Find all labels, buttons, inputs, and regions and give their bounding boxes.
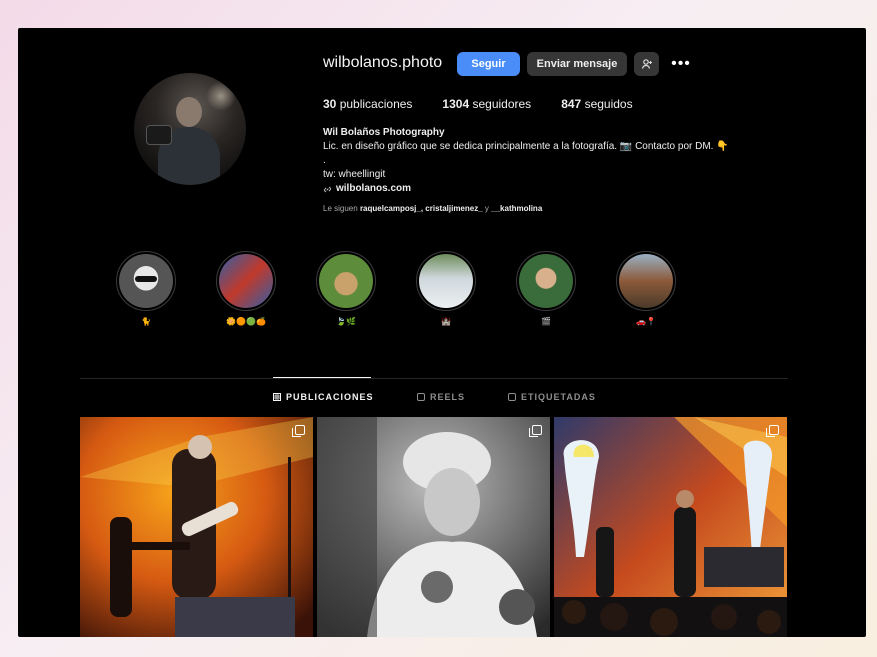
post-1[interactable] (80, 417, 313, 637)
carousel-icon (766, 425, 779, 437)
tabs-divider (80, 378, 788, 379)
carousel-icon (292, 425, 305, 437)
highlight-2[interactable]: 🌼🟠🟢🍊 (214, 251, 278, 327)
follow-button[interactable]: Seguir (457, 52, 520, 76)
active-tab-indicator (273, 377, 371, 378)
highlight-4[interactable]: 🏰 (414, 251, 478, 327)
highlight-3[interactable]: 🍃🌿 (314, 251, 378, 327)
suggested-users-button[interactable] (634, 52, 659, 76)
profile-username: wilbolanos.photo (323, 54, 443, 71)
bio-description: Lic. en diseño gráfico que se dedica pri… (323, 141, 729, 152)
bio-link[interactable]: wilbolanos.com (323, 182, 783, 196)
user-plus-icon (641, 59, 652, 69)
send-message-button[interactable]: Enviar mensaje (527, 52, 627, 76)
link-icon (324, 186, 331, 192)
profile-avatar[interactable] (134, 73, 246, 185)
post-3[interactable] (554, 417, 787, 637)
posts-stat: 30 publicaciones (323, 97, 413, 111)
grid-icon (273, 393, 281, 401)
instagram-profile-screen: wilbolanos.photo Seguir Enviar mensaje •… (18, 28, 866, 637)
bio-twitter: tw: wheellingit (323, 169, 386, 180)
bio-name: Wil Bolaños Photography (323, 127, 445, 138)
reels-icon (417, 393, 425, 401)
following-stat[interactable]: 847 seguidos (561, 97, 632, 111)
post-2-image (317, 417, 550, 637)
carousel-icon (529, 425, 542, 437)
highlight-5[interactable]: 🎬 (514, 251, 578, 327)
post-1-image (80, 417, 313, 637)
followed-by[interactable]: Le siguen raquelcamposj_, cristaljimenez… (323, 204, 542, 213)
highlight-1[interactable]: 🐈 (114, 251, 178, 327)
profile-stats: 30 publicaciones 1304 seguidores 847 seg… (323, 97, 633, 111)
post-3-image (554, 417, 787, 637)
tag-icon (508, 393, 516, 401)
tab-tagged[interactable]: ETIQUETADAS (508, 392, 596, 402)
more-options-icon[interactable]: ••• (671, 52, 691, 76)
post-2[interactable] (317, 417, 550, 637)
tab-reels[interactable]: REELS (417, 392, 465, 402)
followers-stat[interactable]: 1304 seguidores (442, 97, 531, 111)
tab-posts[interactable]: PUBLICACIONES (273, 392, 374, 402)
highlight-6[interactable]: 🚗📍 (614, 251, 678, 327)
bio-separator: . (323, 155, 326, 166)
profile-bio: Wil Bolaños Photography Lic. en diseño g… (323, 126, 783, 196)
